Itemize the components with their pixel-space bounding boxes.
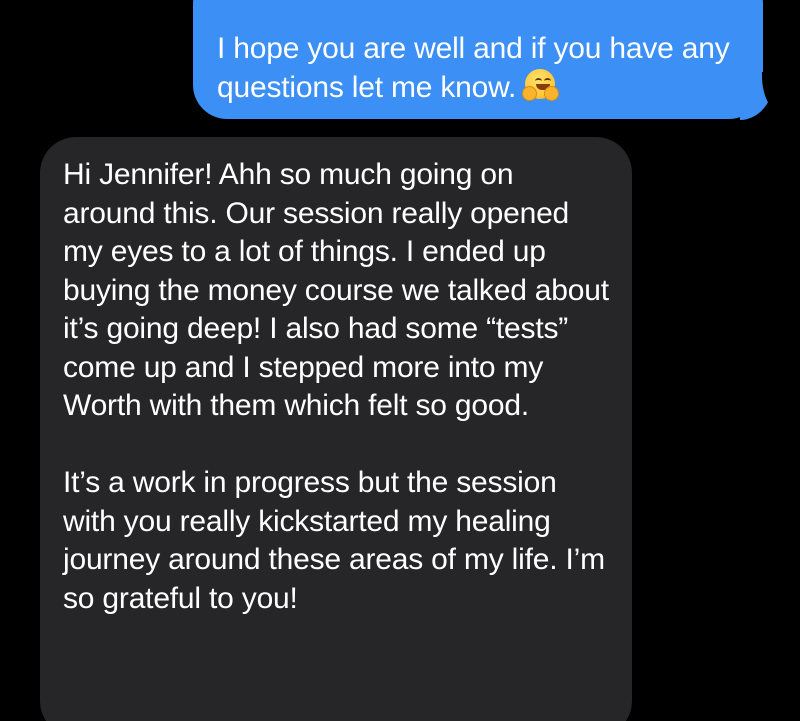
sent-bubble-tail	[740, 72, 780, 120]
received-message-bubble[interactable]: Hi Jennifer! Ahh so much going on around…	[40, 137, 632, 721]
message-thread: I hope you are well and if you have any …	[0, 0, 800, 721]
sent-message-text: I hope you are well and if you have any …	[217, 32, 730, 104]
received-message-paragraph-1: Hi Jennifer! Ahh so much going on around…	[63, 158, 609, 422]
hugging-face-emoji-icon	[522, 68, 560, 101]
sent-message-bubble[interactable]: I hope you are well and if you have any …	[193, 0, 763, 119]
received-message-paragraph-2: It’s a work in progress but the session …	[63, 466, 605, 615]
